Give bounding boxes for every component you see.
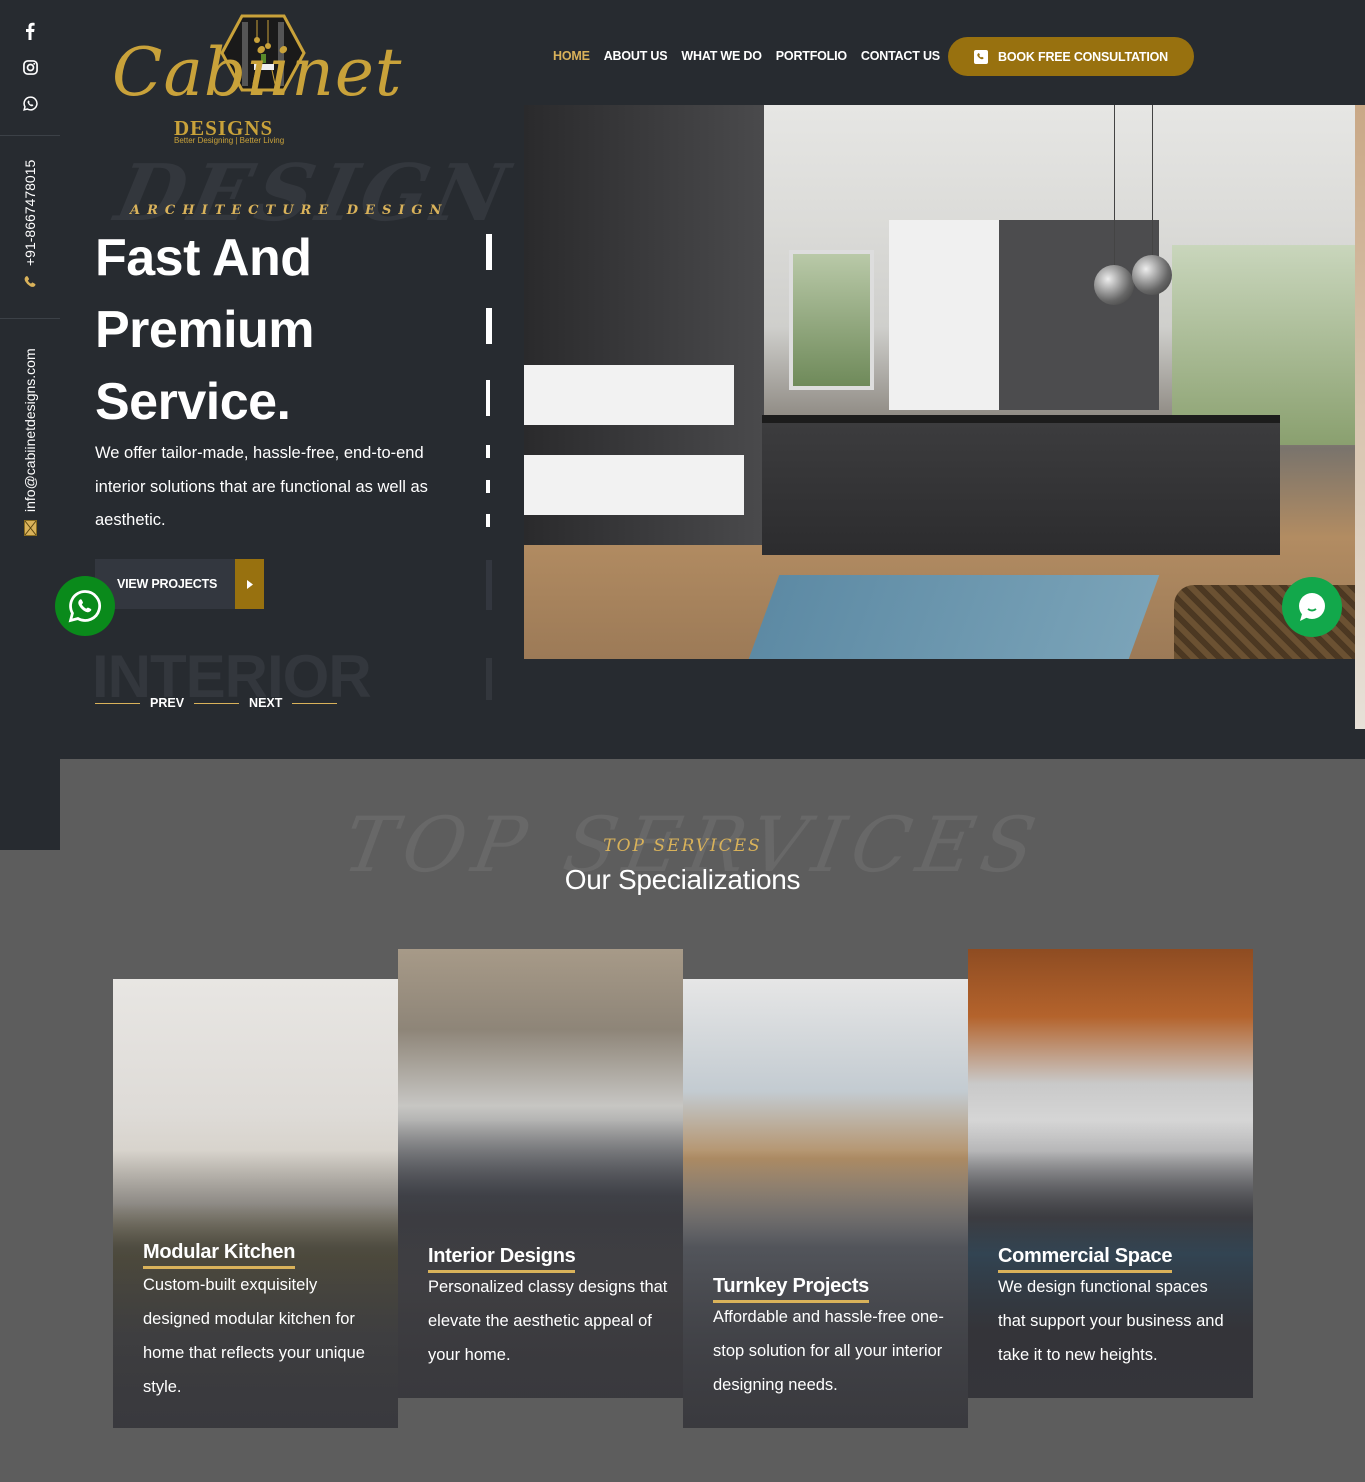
whatsapp-icon	[68, 590, 101, 623]
peek-glyph	[486, 514, 490, 527]
next-button[interactable]: NEXT	[249, 696, 282, 710]
view-projects-button[interactable]: VIEW PROJECTS	[95, 559, 264, 609]
hero-headline: Fast And Premium Service.	[95, 222, 315, 438]
card-title: Interior Designs	[428, 1245, 576, 1273]
hero-description: We offer tailor-made, hassle-free, end-t…	[95, 444, 428, 529]
facebook-link[interactable]	[0, 22, 60, 40]
phone-square-icon	[974, 49, 989, 64]
nav-about-us[interactable]: ABOUT US	[604, 49, 668, 63]
divider-line	[95, 702, 140, 704]
card-title: Commercial Space	[998, 1245, 1172, 1273]
peek-glyph	[486, 380, 490, 416]
service-card-interior-designs[interactable]: Interior Designs Personalized classy des…	[398, 949, 683, 1398]
sidebar-divider	[0, 135, 60, 136]
brand-logo[interactable]: Cabiinet DESIGNS Better Designing | Bett…	[112, 12, 401, 148]
card-text: Custom-built exquisitely designed modula…	[143, 1276, 365, 1396]
sidebar: +91-8667478015 info@cabiinetdesigns.com	[0, 0, 60, 850]
next-slide-image-peek	[1355, 105, 1365, 729]
facebook-icon	[26, 22, 35, 40]
service-card-modular-kitchen[interactable]: Modular Kitchen Custom-built exquisitely…	[113, 979, 398, 1428]
services-title: Our Specializations	[564, 864, 801, 895]
image-detail	[1114, 105, 1115, 265]
email-link[interactable]: info@cabiinetdesigns.com	[22, 348, 38, 512]
image-detail	[1094, 265, 1134, 305]
card-text: We design functional spaces that support…	[998, 1278, 1224, 1364]
book-consultation-button[interactable]: BOOK FREE CONSULTATION	[948, 37, 1194, 76]
arrow-right-icon	[235, 559, 264, 609]
headline-line: Service.	[95, 373, 291, 431]
image-detail	[524, 365, 734, 425]
image-detail	[748, 575, 1160, 659]
image-detail	[1132, 255, 1172, 295]
service-card-turnkey-projects[interactable]: Turnkey Projects Affordable and hassle-f…	[683, 979, 968, 1428]
card-text: Personalized classy designs that elevate…	[428, 1278, 668, 1364]
card-title: Turnkey Projects	[713, 1275, 869, 1303]
service-card-commercial-space[interactable]: Commercial Space We design functional sp…	[968, 949, 1253, 1398]
divider-line	[292, 702, 338, 704]
peek-bg-word	[486, 658, 492, 700]
instagram-link[interactable]	[0, 60, 60, 75]
slider-controls: PREV NEXT	[95, 696, 338, 710]
nav-portfolio[interactable]: PORTFOLIO	[776, 49, 847, 63]
peek-glyph	[486, 234, 492, 270]
live-chat-button[interactable]	[1282, 577, 1342, 637]
peek-button	[486, 560, 492, 610]
hero-eyebrow: ARCHITECTURE DESIGN	[130, 203, 449, 218]
whatsapp-chat-button[interactable]	[55, 576, 115, 636]
whatsapp-link[interactable]	[0, 96, 60, 111]
nav-contact-us[interactable]: CONTACT US	[861, 49, 940, 63]
headline-line: Premium	[95, 301, 315, 359]
image-detail	[524, 455, 744, 515]
prev-button[interactable]: PREV	[150, 696, 184, 710]
whatsapp-icon	[22, 96, 38, 111]
view-projects-label: VIEW PROJECTS	[117, 577, 218, 591]
card-text: Affordable and hassle-free one-stop solu…	[713, 1308, 944, 1394]
logo-tagline: Better Designing | Better Living	[174, 136, 285, 145]
peek-glyph	[486, 308, 492, 344]
envelope-icon	[24, 520, 37, 541]
image-detail	[999, 220, 1159, 410]
divider-line	[194, 702, 240, 704]
main-nav: HOME ABOUT US WHAT WE DO PORTFOLIO CONTA…	[553, 49, 954, 63]
book-consultation-label: BOOK FREE CONSULTATION	[998, 49, 1168, 64]
phone-icon	[23, 275, 37, 294]
sidebar-divider	[0, 318, 60, 319]
headline-line: Fast And	[95, 229, 312, 287]
nav-home[interactable]: HOME	[553, 49, 590, 63]
image-detail	[762, 415, 1280, 555]
image-detail	[1152, 105, 1153, 255]
logo-script-text: Cabiinet	[112, 34, 403, 111]
image-detail	[889, 220, 999, 410]
peek-glyph	[486, 445, 490, 458]
image-detail	[789, 250, 874, 390]
instagram-icon	[22, 60, 38, 75]
phone-link[interactable]: +91-8667478015	[22, 160, 38, 266]
nav-what-we-do[interactable]: WHAT WE DO	[681, 49, 762, 63]
hero-kitchen-image	[524, 105, 1355, 659]
services-eyebrow: TOP SERVICES	[603, 836, 762, 856]
chat-bubble-icon	[1299, 593, 1325, 621]
peek-glyph	[486, 480, 490, 493]
card-title: Modular Kitchen	[143, 1241, 295, 1269]
